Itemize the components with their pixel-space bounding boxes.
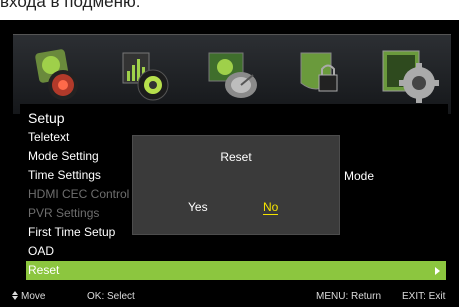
lock-icon[interactable] <box>291 43 353 107</box>
menu-item-label: PVR Settings <box>28 206 100 220</box>
return-hint: MENU: Return <box>316 291 382 302</box>
setup-icon[interactable] <box>379 43 443 107</box>
menu-item-label: HDMI CEC Control <box>28 187 130 201</box>
channel-icon[interactable] <box>203 43 265 107</box>
yes-button[interactable]: Yes <box>188 200 208 214</box>
menu-item-label: Time Settings <box>28 168 101 182</box>
no-button[interactable]: No <box>263 200 279 215</box>
menu-item-label: Mode Setting <box>28 149 99 163</box>
tv-screen: Setup Mode Teletext Mode Setting Time Sett… <box>0 20 459 307</box>
menu-title: Setup <box>28 110 65 126</box>
menu-item-label: OAD <box>28 244 55 258</box>
menu-item-oad[interactable]: OAD <box>26 242 446 261</box>
dialog-title: Reset <box>220 150 252 164</box>
main-menu-icon-bar <box>13 34 451 114</box>
menu-item-label: First Time Setup <box>28 225 116 239</box>
exit-hint: EXIT: Exit <box>402 291 446 302</box>
menu-item-label: Reset <box>28 263 60 277</box>
sound-icon[interactable] <box>115 43 177 107</box>
footer-hints: Move OK: Select MENU: Return EXIT: Exit <box>0 291 459 307</box>
reset-dialog: Reset Yes No <box>132 135 340 235</box>
menu-item-label: Teletext <box>28 130 70 144</box>
picture-icon[interactable] <box>27 43 89 107</box>
move-hint: Move <box>12 291 45 302</box>
page-caption: входа в подменю: <box>0 0 141 11</box>
chevron-right-icon <box>435 267 440 275</box>
menu-item-reset[interactable]: Reset <box>26 261 446 280</box>
up-down-arrow-icon <box>12 291 18 300</box>
select-hint: OK: Select <box>87 291 135 302</box>
